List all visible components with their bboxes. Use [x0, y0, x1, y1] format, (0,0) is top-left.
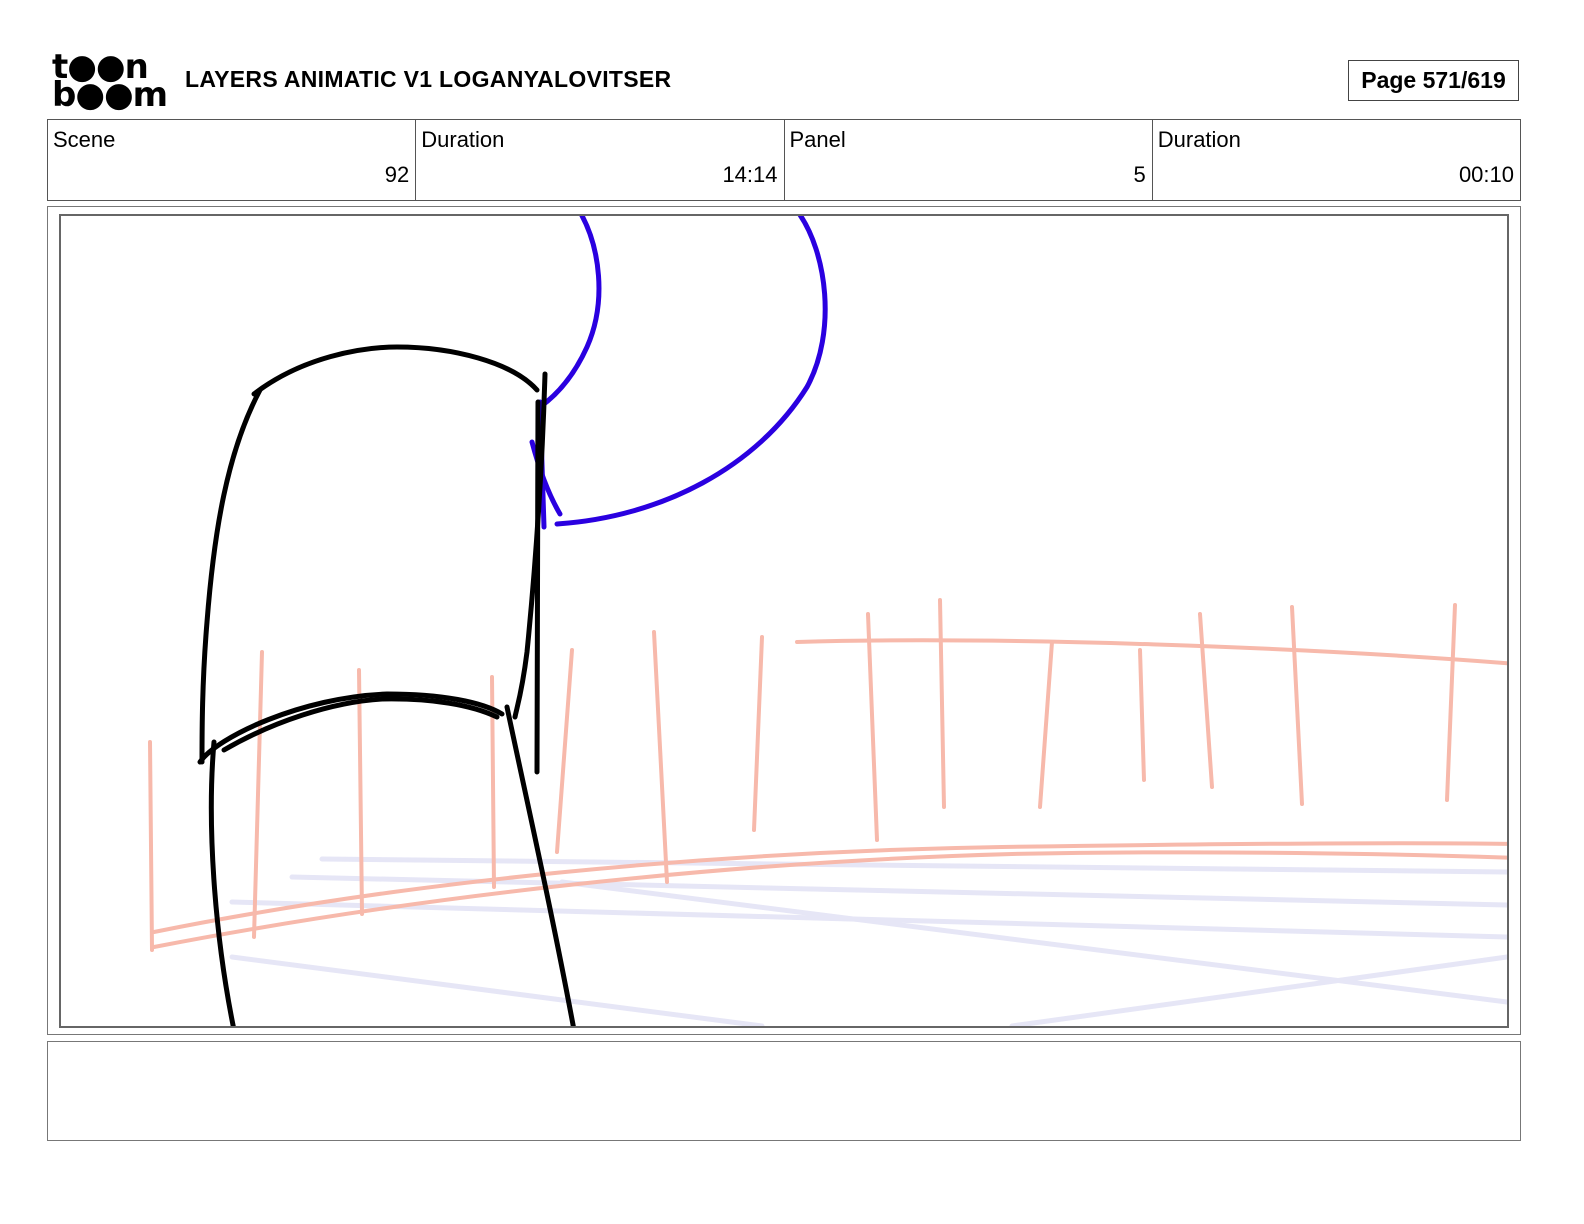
- scene-value: 92: [384, 162, 410, 187]
- fence-sketch: [148, 598, 1507, 952]
- toonboom-logo: t●●n b●●m: [52, 50, 168, 115]
- scene-info-table: Scene 92 Duration 14:14 Panel 5 Duration…: [47, 119, 1521, 201]
- panel-duration-cell: Duration 00:10: [1151, 120, 1520, 200]
- blue-sketch: [529, 216, 828, 530]
- document-title: LAYERS ANIMATIC V1 LOGANYALOVITSER: [185, 66, 672, 92]
- ground-lines: [229, 856, 1507, 1026]
- page-indicator: Page 571/619: [1348, 60, 1519, 101]
- scene-duration-label: Duration: [421, 127, 505, 152]
- panel-value: 5: [1133, 162, 1146, 187]
- panel-duration-value: 00:10: [1458, 162, 1514, 187]
- notes-box: [47, 1041, 1521, 1141]
- panel-drawing: [148, 216, 1507, 1026]
- scene-duration-cell: Duration 14:14: [415, 120, 783, 200]
- storyboard-panel: [59, 214, 1509, 1028]
- panel-duration-label: Duration: [1157, 127, 1241, 152]
- scene-cell: Scene 92: [48, 120, 415, 200]
- panel-cell: Panel 5: [783, 120, 1152, 200]
- scene-duration-value: 14:14: [722, 162, 778, 187]
- scene-label: Scene: [53, 127, 116, 152]
- panel-label: Panel: [789, 127, 846, 152]
- logo-line-2: b●●m: [52, 75, 168, 115]
